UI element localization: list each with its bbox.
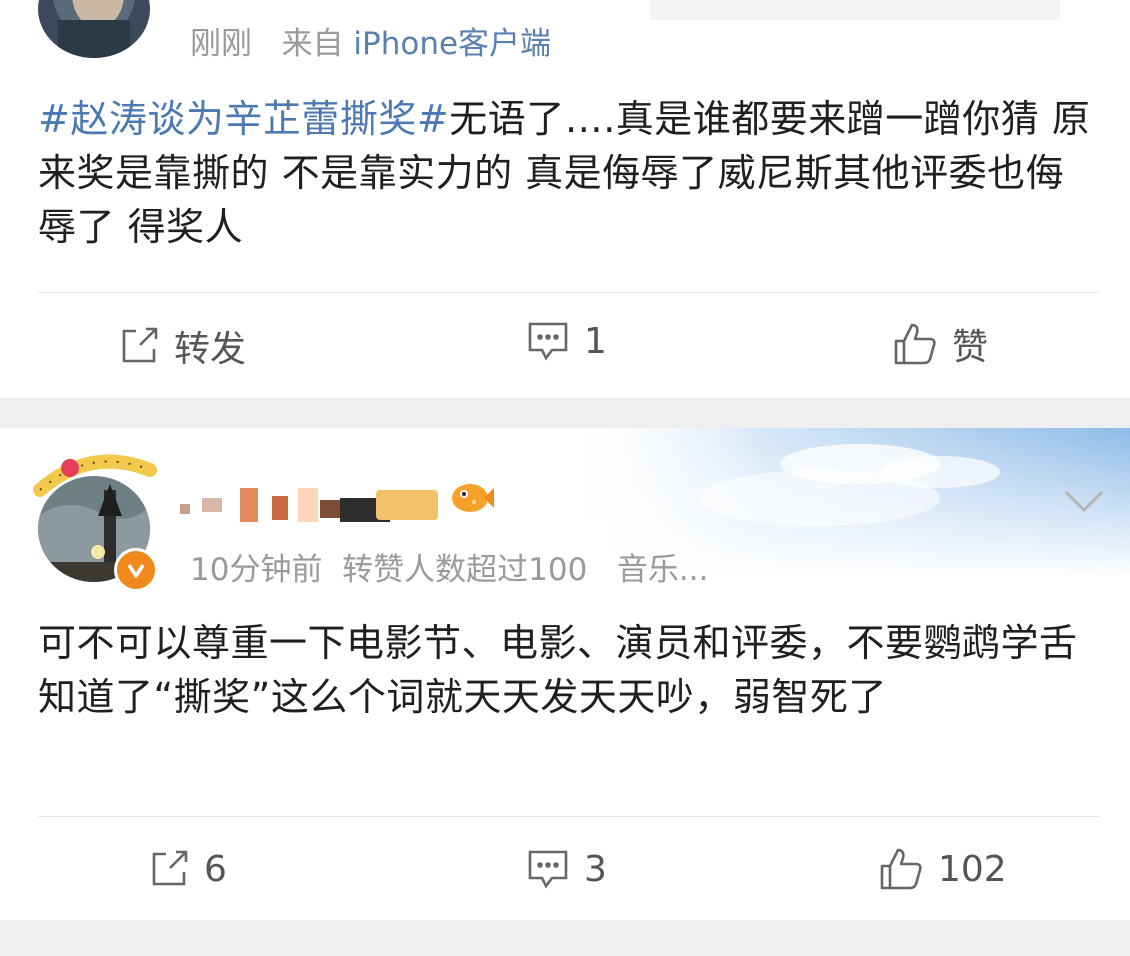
- repost-button[interactable]: 转发: [118, 320, 246, 372]
- repost-count: 6: [204, 848, 227, 890]
- post-content: 可不可以尊重一下电影节、电影、演员和评委，不要鹦鹉学舌知道了“撕奖”这么个词就天…: [38, 621, 1078, 719]
- share-square-icon: [148, 848, 190, 890]
- like-button[interactable]: 102: [878, 846, 1007, 892]
- hashtag-link[interactable]: #赵涛谈为辛芷蕾撕奖#: [38, 97, 449, 141]
- comment-bubble-icon: [526, 320, 570, 362]
- post-time: 刚刚: [190, 26, 252, 62]
- username-redacted[interactable]: [180, 482, 440, 524]
- comment-button[interactable]: 1: [526, 320, 607, 362]
- thumbs-up-icon: [878, 846, 924, 892]
- share-square-icon: [118, 325, 160, 367]
- source-client-link[interactable]: iPhone客户端: [353, 26, 551, 62]
- popularity-badge: 转赞人数超过100: [342, 552, 588, 588]
- comment-count: 3: [584, 848, 607, 890]
- thumbs-up-icon: [892, 321, 938, 367]
- source-prefix: 来自: [281, 26, 344, 62]
- comment-button[interactable]: 3: [526, 848, 607, 890]
- like-count: 102: [938, 848, 1007, 890]
- comment-count: 1: [584, 320, 607, 362]
- source-link[interactable]: 音乐...: [617, 552, 709, 588]
- like-button[interactable]: 赞: [892, 318, 988, 370]
- top-right-placeholder: [650, 0, 1060, 20]
- post-card: 10分钟前 转赞人数超过100 音乐... 可不可以尊重一下电影节、电影、演员和…: [0, 428, 1130, 920]
- avatar[interactable]: [38, 0, 150, 58]
- chevron-down-icon[interactable]: [1062, 488, 1106, 518]
- post-meta: 10分钟前 转赞人数超过100 音乐...: [190, 544, 708, 589]
- verified-badge-icon: [114, 548, 158, 592]
- divider: [38, 816, 1100, 817]
- divider: [38, 292, 1100, 293]
- post-time: 10分钟前: [190, 552, 323, 588]
- post-content: #赵涛谈为辛芷蕾撕奖#无语了….真是谁都要来蹭一蹭你猜 原来奖是靠撕的 不是靠实…: [38, 92, 1098, 254]
- repost-label: 转发: [174, 329, 247, 370]
- fish-emoji-icon: [448, 478, 494, 522]
- post-meta: 刚刚 来自 iPhone客户端: [190, 18, 551, 63]
- like-label: 赞: [952, 327, 989, 368]
- repost-button[interactable]: 6: [148, 848, 227, 890]
- comment-bubble-icon: [526, 848, 570, 890]
- post-card: 刚刚 来自 iPhone客户端 #赵涛谈为辛芷蕾撕奖#无语了….真是谁都要来蹭一…: [0, 0, 1130, 398]
